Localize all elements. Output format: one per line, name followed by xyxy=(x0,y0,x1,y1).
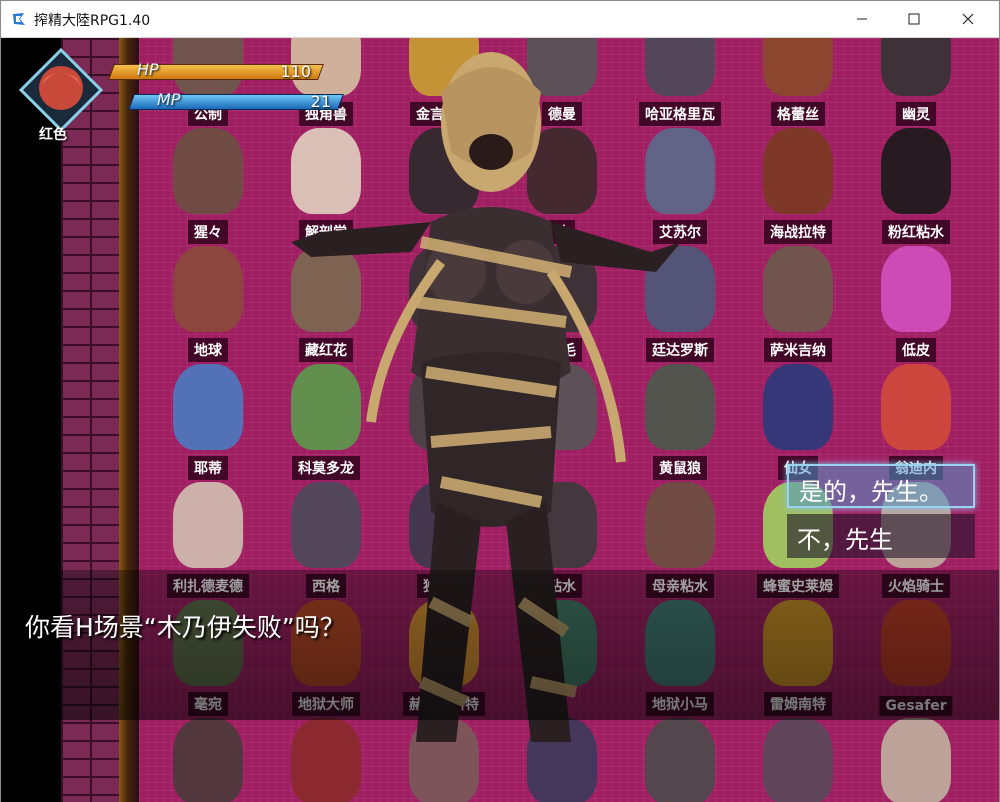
monster-sprite xyxy=(881,38,951,96)
hero-portrait xyxy=(19,48,103,132)
choice-no[interactable]: 不，先生 xyxy=(787,514,975,558)
monster-label: 萨米吉纳 xyxy=(764,338,832,362)
close-icon xyxy=(962,13,974,25)
choice-yes[interactable]: 是的，先生。 xyxy=(787,464,975,508)
hero-name: 红色 xyxy=(39,127,67,143)
monster-cell[interactable]: 地球 xyxy=(149,244,267,362)
game-window: 搾精大陸RPG1.40 公制独角兽金言大仏德曼哈亚格里瓦格蕾丝幽灵猩々解剖学拉艾… xyxy=(0,0,1000,802)
close-button[interactable] xyxy=(945,1,991,37)
monster-label: 格蕾丝 xyxy=(771,102,825,126)
mp-value: 21 xyxy=(310,92,331,111)
monster-sprite xyxy=(173,718,243,802)
message-window: 你看H场景“木乃伊失败”吗？ xyxy=(1,570,999,720)
minimize-icon xyxy=(857,18,867,20)
hp-label: HP xyxy=(137,60,159,79)
monster-cell[interactable]: 狐狸 xyxy=(739,716,857,802)
monster-sprite xyxy=(881,718,951,802)
monster-cell[interactable]: 幽灵 xyxy=(857,38,975,126)
monster-sprite xyxy=(173,364,243,450)
choice-window: 是的，先生。 不，先生 xyxy=(787,462,975,566)
monster-cell[interactable]: 黑暗精灵 xyxy=(857,716,975,802)
monster-cell[interactable]: 公制 xyxy=(149,38,267,126)
monster-cell[interactable]: 粉红粘水 xyxy=(857,126,975,244)
maximize-icon xyxy=(908,13,920,25)
monster-sprite xyxy=(763,128,833,214)
monster-cell[interactable]: 低皮 xyxy=(857,244,975,362)
game-app-icon xyxy=(13,13,25,25)
monster-label: 低皮 xyxy=(896,338,936,362)
monster-label: 耶蒂 xyxy=(188,456,228,480)
monster-sprite xyxy=(173,246,243,332)
monster-cell[interactable]: 海战拉特 xyxy=(739,126,857,244)
monster-cell[interactable]: 格蕾丝 xyxy=(739,38,857,126)
monster-cell[interactable]: 萨米吉纳 xyxy=(739,244,857,362)
title-bar: 搾精大陸RPG1.40 xyxy=(1,1,999,38)
monster-cell[interactable]: 马格马斯莱姆 xyxy=(149,716,267,802)
monster-sprite xyxy=(881,246,951,332)
monster-label: 地球 xyxy=(188,338,228,362)
monster-sprite xyxy=(763,718,833,802)
monster-label: 幽灵 xyxy=(896,102,936,126)
monster-sprite xyxy=(763,364,833,450)
monster-sprite xyxy=(881,364,951,450)
monster-cell[interactable]: 耶蒂 xyxy=(149,362,267,480)
monster-sprite xyxy=(881,128,951,214)
monster-sprite xyxy=(763,246,833,332)
monster-sprite xyxy=(173,128,243,214)
message-text: 你看H场景“木乃伊失败”吗？ xyxy=(25,613,345,642)
mp-label: MP xyxy=(157,90,181,109)
monster-cell[interactable]: 猩々 xyxy=(149,126,267,244)
monster-sprite xyxy=(173,482,243,568)
window-title: 搾精大陸RPG1.40 xyxy=(34,13,151,29)
monster-label: 猩々 xyxy=(188,220,228,244)
hp-value: 110 xyxy=(280,62,311,81)
monster-sprite xyxy=(763,38,833,96)
maximize-button[interactable] xyxy=(891,1,937,37)
monster-label: 海战拉特 xyxy=(764,220,832,244)
monster-label: 粉红粘水 xyxy=(882,220,950,244)
minimize-button[interactable] xyxy=(839,1,885,37)
game-canvas[interactable]: 公制独角兽金言大仏德曼哈亚格里瓦格蕾丝幽灵猩々解剖学拉艾苏尔海战拉特粉红粘水地球… xyxy=(1,38,999,802)
